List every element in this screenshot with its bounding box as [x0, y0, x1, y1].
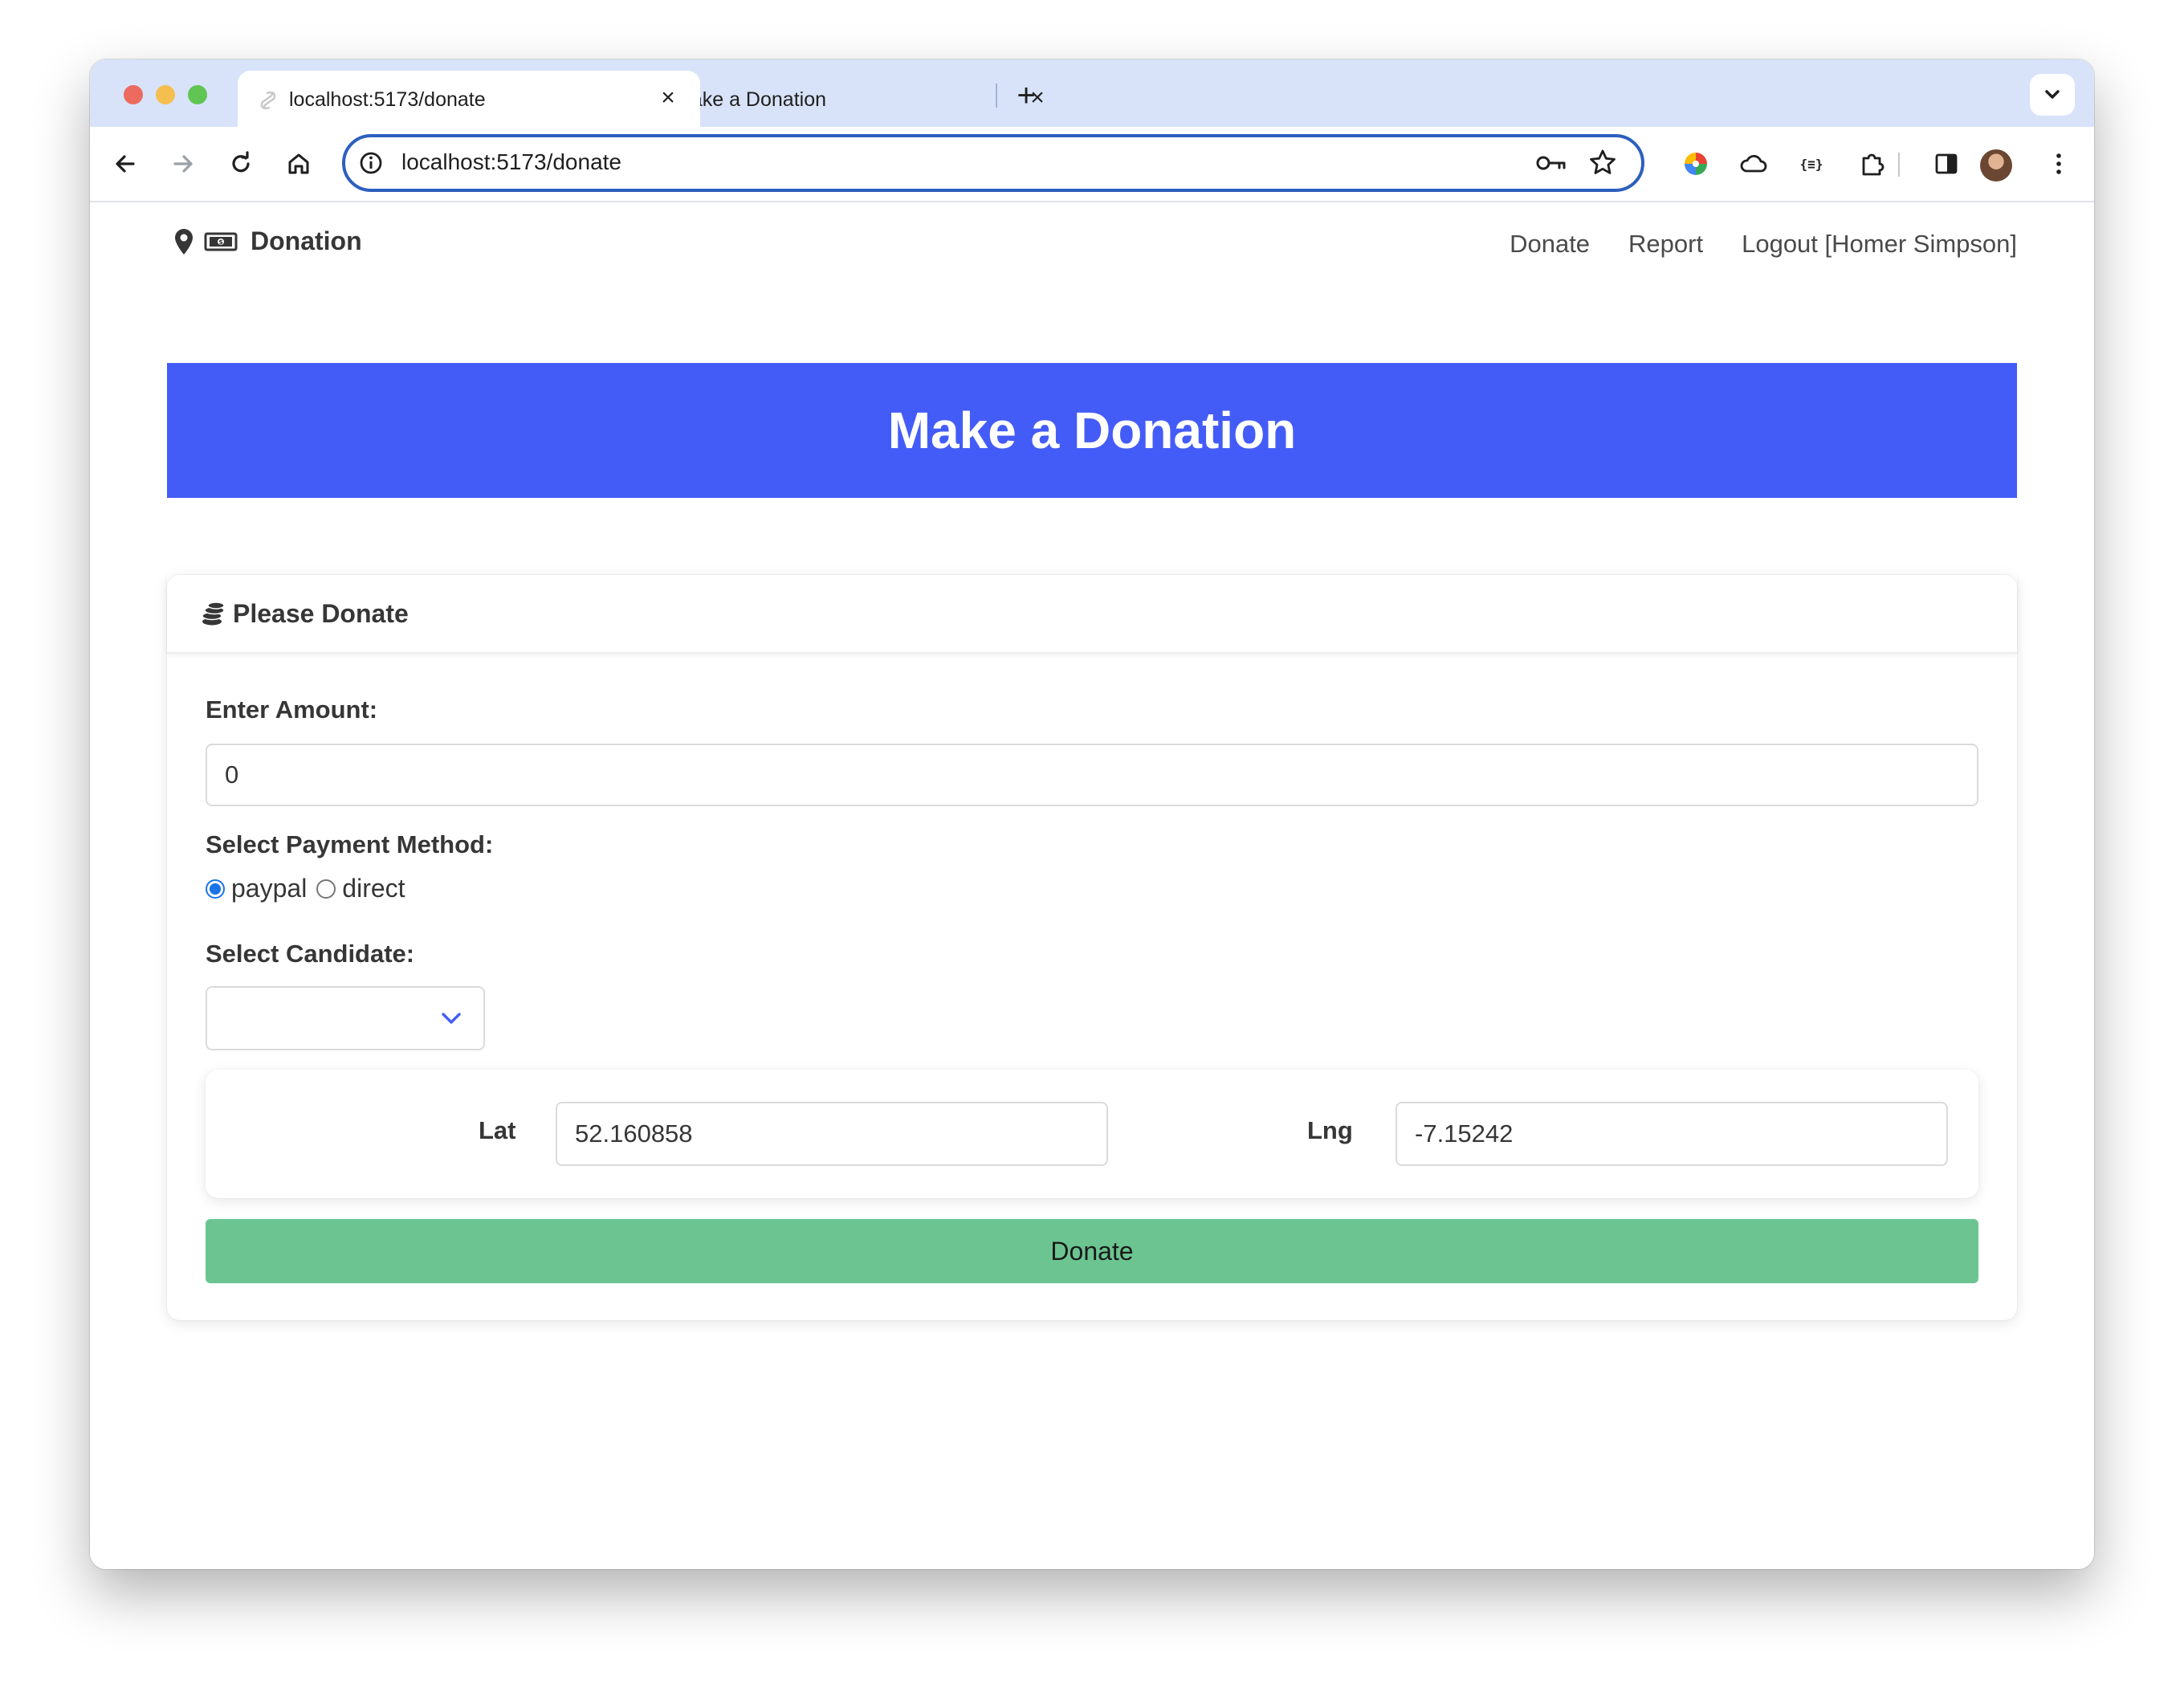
amount-label: Enter Amount:: [206, 695, 378, 724]
card-title-text: Please Donate: [233, 599, 409, 628]
paypal-radio-label[interactable]: paypal: [231, 874, 307, 903]
map-marker-icon: [175, 228, 193, 255]
nav-link-logout[interactable]: Logout [Homer Simpson]: [1742, 230, 2017, 259]
svg-text:{≡}: {≡}: [1800, 157, 1823, 172]
browser-toolbar: localhost:5173/donate {≡}: [90, 127, 2094, 202]
json-extension[interactable]: {≡}: [1792, 145, 1831, 183]
svelte-logo-icon: [257, 89, 279, 112]
forward-arrow-icon: [173, 155, 193, 173]
reload-icon: [232, 151, 250, 173]
tab-separator: [996, 84, 997, 108]
tab-search-button[interactable]: [2030, 74, 2075, 116]
password-key-icon[interactable]: [1535, 150, 1567, 180]
brand-label: Donation: [251, 226, 362, 255]
tab-localhost-donate[interactable]: localhost:5173/donate ×: [238, 71, 700, 127]
home-button[interactable]: [279, 145, 318, 183]
back-button[interactable]: [106, 145, 145, 183]
location-box: Lat Lng: [206, 1070, 1978, 1198]
direct-radio[interactable]: [316, 879, 336, 899]
puzzle-piece-icon: [1862, 153, 1885, 176]
donate-submit-button[interactable]: Donate: [206, 1219, 1978, 1283]
kebab-menu-icon: [2056, 153, 2061, 174]
close-window-button[interactable]: [124, 85, 143, 104]
candidate-label: Select Candidate:: [206, 940, 415, 968]
browser-window: Make a Donation × localhost:5173/donate …: [90, 59, 2094, 1569]
donation-card: Please Donate Enter Amount: Select Payme…: [167, 575, 2017, 1320]
amount-input[interactable]: [206, 744, 1978, 806]
reload-button[interactable]: [222, 145, 260, 183]
url-text[interactable]: localhost:5173/donate: [401, 149, 621, 175]
side-panel-button[interactable]: [1927, 145, 1966, 183]
toolbar-separator: [1898, 153, 1900, 177]
maximize-window-button[interactable]: [188, 85, 207, 104]
navbar-brand[interactable]: $ Donation: [173, 226, 362, 256]
hero-title: Make a Donation: [887, 402, 1297, 459]
money-bill-icon: $: [204, 232, 238, 251]
home-icon: [288, 153, 309, 174]
braces-icon: {≡}: [1800, 157, 1823, 172]
direct-radio-label[interactable]: direct: [342, 874, 405, 903]
candidate-select[interactable]: [206, 986, 485, 1050]
back-arrow-icon: [116, 155, 135, 173]
cloud-extension[interactable]: [1734, 145, 1773, 183]
nav-link-report[interactable]: Report: [1628, 230, 1703, 259]
minimize-window-button[interactable]: [156, 85, 175, 104]
lng-label: Lng: [1307, 1116, 1353, 1144]
chevron-down-icon: [438, 1007, 464, 1034]
card-title: Please Donate: [199, 599, 409, 629]
lng-input[interactable]: [1396, 1102, 1948, 1166]
side-panel-icon: [1935, 153, 1958, 174]
page-content: $ Donation Donate Report Logout [Homer S…: [90, 202, 2094, 1569]
browser-menu-button[interactable]: [2039, 145, 2078, 183]
lat-label: Lat: [479, 1116, 516, 1144]
new-tab-button[interactable]: +: [1005, 75, 1047, 117]
lat-input[interactable]: [556, 1102, 1108, 1166]
address-bar[interactable]: localhost:5173/donate: [342, 134, 1644, 192]
nav-link-donate[interactable]: Donate: [1510, 230, 1590, 259]
forward-button[interactable]: [164, 145, 202, 183]
tab-strip: Make a Donation × localhost:5173/donate …: [90, 59, 2094, 127]
hero-banner: Make a Donation: [167, 363, 2017, 498]
navbar-menu: Donate Report Logout [Homer Simpson]: [1510, 230, 2017, 259]
color-picker-extension[interactable]: [1677, 145, 1715, 183]
paypal-radio[interactable]: [206, 879, 225, 899]
card-header: Please Donate: [167, 575, 2017, 654]
extensions-button[interactable]: [1853, 145, 1892, 183]
payment-method-group: paypal direct: [206, 874, 405, 903]
profile-avatar[interactable]: [1980, 149, 2012, 181]
cloud-icon: [1740, 155, 1767, 173]
payment-method-label: Select Payment Method:: [206, 830, 494, 858]
bookmark-star-icon[interactable]: [1587, 147, 1619, 183]
close-tab-icon[interactable]: ×: [652, 82, 684, 114]
svg-text:$: $: [218, 239, 223, 246]
tab-title: localhost:5173/donate: [289, 88, 486, 111]
site-info-icon[interactable]: [357, 149, 385, 177]
coins-icon: [202, 601, 225, 625]
color-wheel-icon: [1685, 153, 1707, 175]
